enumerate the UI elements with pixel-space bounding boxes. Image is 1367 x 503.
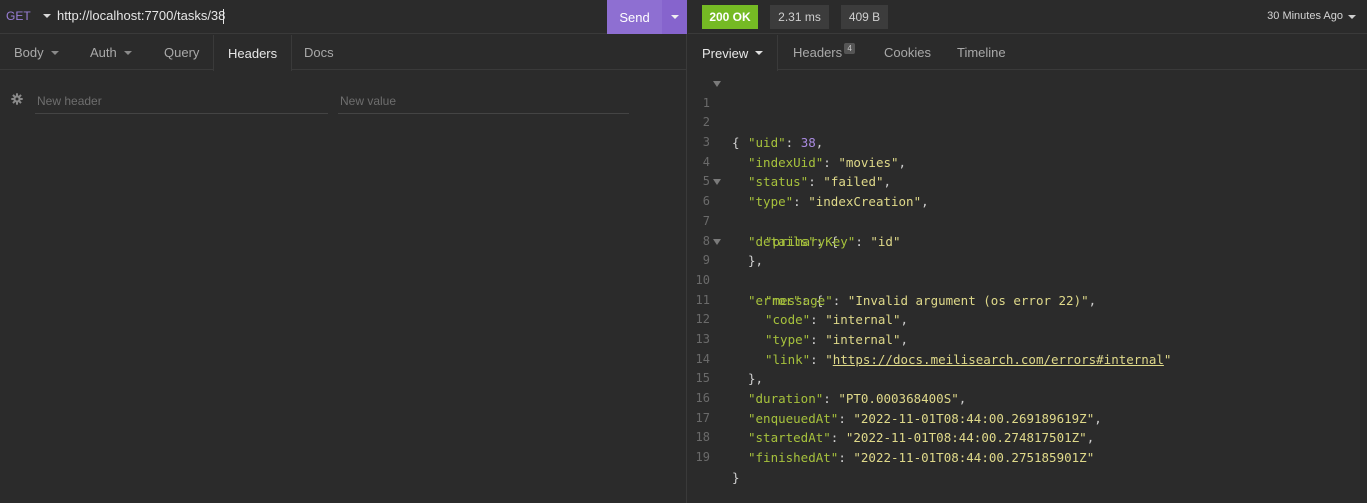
code-line: 7 "primaryKey": "id" [688,192,1367,249]
json-value: 2022-11-01T08:44:00.275185901Z [860,450,1087,466]
code-line: 17 "startedAt": "2022-11-01T08:44:00.274… [688,389,1367,446]
header-name-input[interactable] [35,88,328,114]
send-button[interactable]: Send [607,0,662,34]
code-line: 15 "duration": "PT0.000368400S", [688,350,1367,406]
code-line: 1 { [688,74,1367,150]
method-dropdown-icon[interactable] [43,14,51,18]
chevron-down-icon [123,50,132,55]
url-bar: GET Send [0,0,687,34]
tab-headers[interactable]: Headers [213,35,293,71]
code-line: 3 "indexUid": "movies", [688,113,1367,170]
request-tabs: Body Auth Query Headers Docs [0,35,687,71]
tab-timeline[interactable]: Timeline [957,35,1006,70]
history-dropdown[interactable]: 30 Minutes Ago [1267,10,1343,22]
tab-query[interactable]: Query [164,35,199,70]
tab-docs[interactable]: Docs [304,35,334,70]
request-pane: GET Send Body Auth Query Headers Docs [0,0,687,503]
tab-auth[interactable]: Auth [90,35,132,70]
url-input[interactable] [57,8,597,23]
tab-label: Cookies [884,45,931,60]
tab-label: Body [14,45,44,60]
tab-label: Timeline [957,45,1006,60]
tab-label: Headers [228,45,278,61]
gear-icon[interactable] [11,93,23,105]
code-line: 12 "type": "internal", [688,291,1367,347]
response-size-badge: 409 B [841,5,888,29]
code-line: 18 "finishedAt": "2022-11-01T08:44:00.27… [688,409,1367,465]
code-line: 19 } [688,428,1367,485]
line-number: 19 [695,450,710,465]
tab-label: Headers [793,45,843,60]
tab-label: Query [164,45,200,60]
code-line: 8 }, [688,212,1367,269]
tab-preview[interactable]: Preview [688,35,779,71]
chevron-down-icon [50,50,59,55]
header-value-input[interactable] [338,88,629,114]
code-line: 4 "status": "failed", [688,133,1367,190]
code-line: 6 "details": { [688,172,1367,249]
chevron-down-icon[interactable] [1348,15,1356,19]
code-line: 5 "type": "indexCreation", [688,153,1367,209]
chevron-down-icon [670,15,679,19]
tab-cookies[interactable]: Cookies [884,35,931,70]
code-line: 2 "uid": 38, [688,94,1367,150]
tab-label: Preview [702,45,749,61]
response-time-badge: 2.31 ms [770,5,829,29]
response-status-bar: 200 OK 2.31 ms 409 B 30 Minutes Ago [688,0,1367,34]
method-selector[interactable]: GET [6,9,31,23]
response-tabs: Preview Headers 4 Cookies Timeline [688,35,1367,71]
tab-body[interactable]: Body [14,35,59,70]
tab-label: Docs [304,45,334,60]
code-line: 9 "error": { [688,232,1367,308]
response-body-viewer[interactable]: 1 { 2 "uid": 38, 3 "indexUid": "movies",… [688,74,1367,485]
status-badge: 200 OK [702,5,758,29]
code-line: 14 }, [688,330,1367,387]
fold-toggle-icon[interactable] [713,179,721,186]
tab-response-headers[interactable]: Headers 4 [793,35,856,70]
fold-toggle-icon[interactable] [713,238,721,245]
code-line: 11 "code": "internal", [688,271,1367,328]
response-pane: 200 OK 2.31 ms 409 B 30 Minutes Ago Prev… [688,0,1367,503]
code-line: 16 "enqueuedAt": "2022-11-01T08:44:00.26… [688,369,1367,426]
code-text: } [732,469,740,485]
chevron-down-icon [755,51,764,55]
tab-label: Auth [90,45,117,60]
fold-toggle-icon[interactable] [713,81,721,87]
code-line: 13 "link": "https://docs.meilisearch.com… [688,310,1367,367]
send-options-button[interactable] [662,0,687,34]
text-cursor [223,9,224,24]
code-line: 10 "message": "Invalid argument (os erro… [688,251,1367,308]
headers-count-badge: 4 [844,43,856,54]
